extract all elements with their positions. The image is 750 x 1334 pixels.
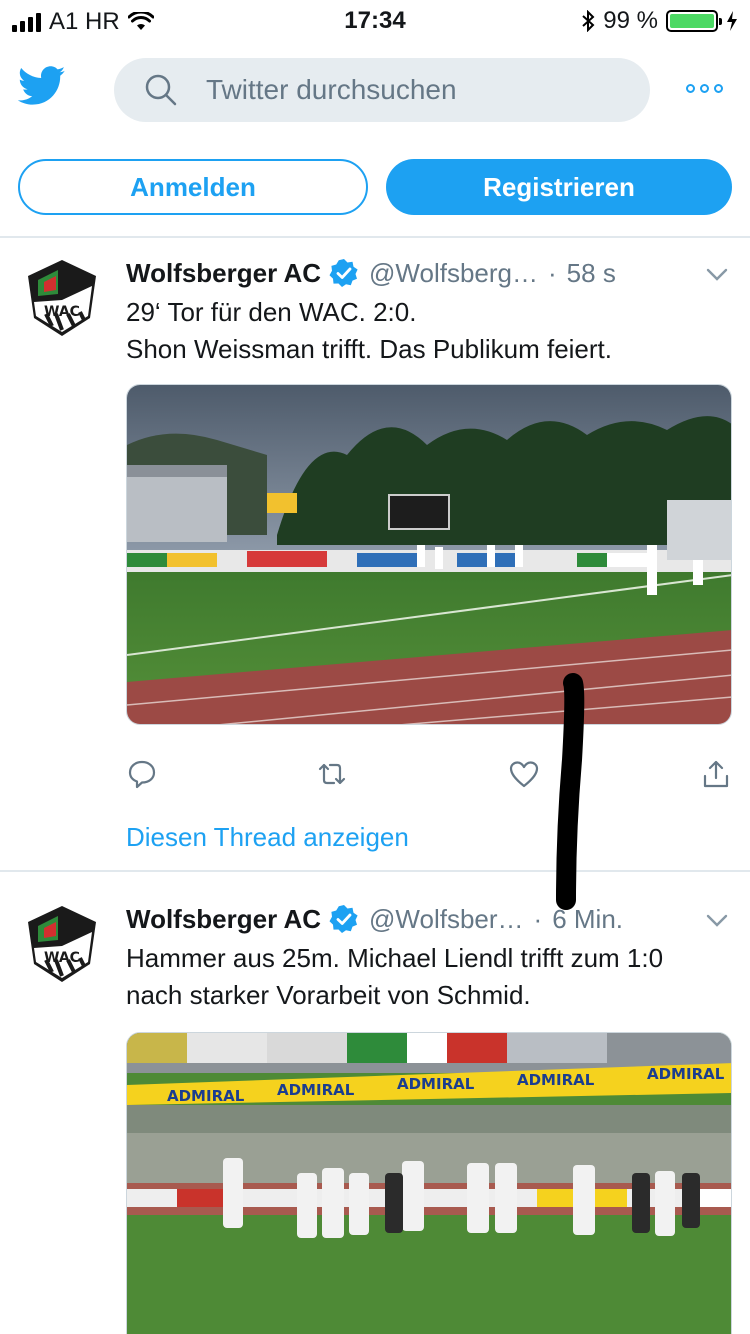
verified-badge-icon (329, 905, 358, 933)
battery-percent: 99 % (603, 7, 658, 34)
tweet-header: Wolfsberger AC @Wolfsberg… · 58 s (126, 256, 736, 290)
separator-dot: · (548, 257, 557, 288)
reply-icon[interactable] (126, 758, 158, 790)
tweet-media-stadium-photo[interactable] (126, 384, 732, 725)
verified-badge-icon (329, 259, 358, 287)
register-button[interactable]: Registrieren (386, 159, 732, 215)
search-placeholder: Twitter durchsuchen (206, 74, 457, 105)
share-icon[interactable] (700, 758, 732, 790)
bluetooth-icon (582, 10, 595, 32)
tweet-actions (126, 758, 732, 794)
tweet-text-line: Hammer aus 25m. Michael Liendl trifft zu… (126, 943, 664, 973)
auth-buttons: Anmelden Registrieren (18, 159, 732, 215)
tweet-media-team-celebration-photo[interactable]: ADMIRAL ADMIRAL ADMIRAL ADMIRAL ADMIRAL (126, 1032, 732, 1334)
celebration-photo-image: ADMIRAL ADMIRAL ADMIRAL ADMIRAL ADMIRAL (127, 1033, 731, 1334)
search-icon (145, 74, 177, 106)
author-name[interactable]: Wolfsberger AC (126, 904, 321, 935)
tweet-time[interactable]: 58 s (567, 258, 616, 289)
stadium-photo-image (127, 385, 731, 724)
tweet[interactable]: WAC Wolfsberger AC @Wolfsberg… · 58 s 29… (0, 238, 750, 870)
retweet-icon[interactable] (316, 758, 348, 790)
more-icon[interactable] (686, 84, 723, 93)
login-button[interactable]: Anmelden (18, 159, 368, 215)
tweet-text-line: Shon Weissman trifft. Das Publikum feier… (126, 334, 613, 364)
avatar[interactable]: WAC (22, 256, 102, 340)
charging-icon (727, 11, 737, 31)
svg-text:ADMIRAL: ADMIRAL (397, 1075, 475, 1093)
author-handle[interactable]: @Wolfsberg… (369, 258, 538, 289)
tweet[interactable]: WAC Wolfsberger AC @Wolfsber… · 6 Min. H… (0, 872, 750, 1334)
chevron-down-icon[interactable] (706, 268, 728, 282)
tweet-time[interactable]: 6 Min. (552, 904, 623, 935)
chevron-down-icon[interactable] (706, 914, 728, 928)
twitter-bird-icon[interactable] (18, 66, 66, 106)
tweet-text: Hammer aus 25m. Michael Liendl trifft zu… (126, 940, 736, 1014)
tweet-text: 29‘ Tor für den WAC. 2:0. Shon Weissman … (126, 294, 736, 368)
avatar[interactable]: WAC (22, 902, 102, 986)
author-name[interactable]: Wolfsberger AC (126, 258, 321, 289)
svg-text:WAC: WAC (44, 304, 80, 320)
svg-text:ADMIRAL: ADMIRAL (167, 1087, 245, 1105)
status-bar: A1 HR 17:34 99 % (0, 0, 750, 40)
tweet-header: Wolfsberger AC @Wolfsber… · 6 Min. (126, 902, 736, 936)
tweet-text-line: nach starker Vorarbeit von Schmid. (126, 980, 531, 1010)
top-header: Twitter durchsuchen (0, 52, 750, 128)
separator-dot: · (533, 903, 543, 934)
svg-text:ADMIRAL: ADMIRAL (647, 1065, 725, 1083)
tweet-text-line: 29‘ Tor für den WAC. 2:0. (126, 297, 417, 327)
like-icon[interactable] (508, 758, 540, 790)
author-handle[interactable]: @Wolfsber… (369, 904, 524, 935)
show-thread-link[interactable]: Diesen Thread anzeigen (126, 822, 409, 853)
svg-text:ADMIRAL: ADMIRAL (277, 1081, 355, 1099)
battery-icon (666, 10, 722, 32)
svg-text:WAC: WAC (44, 950, 80, 966)
svg-text:ADMIRAL: ADMIRAL (517, 1071, 595, 1089)
search-bar[interactable]: Twitter durchsuchen (114, 58, 650, 122)
